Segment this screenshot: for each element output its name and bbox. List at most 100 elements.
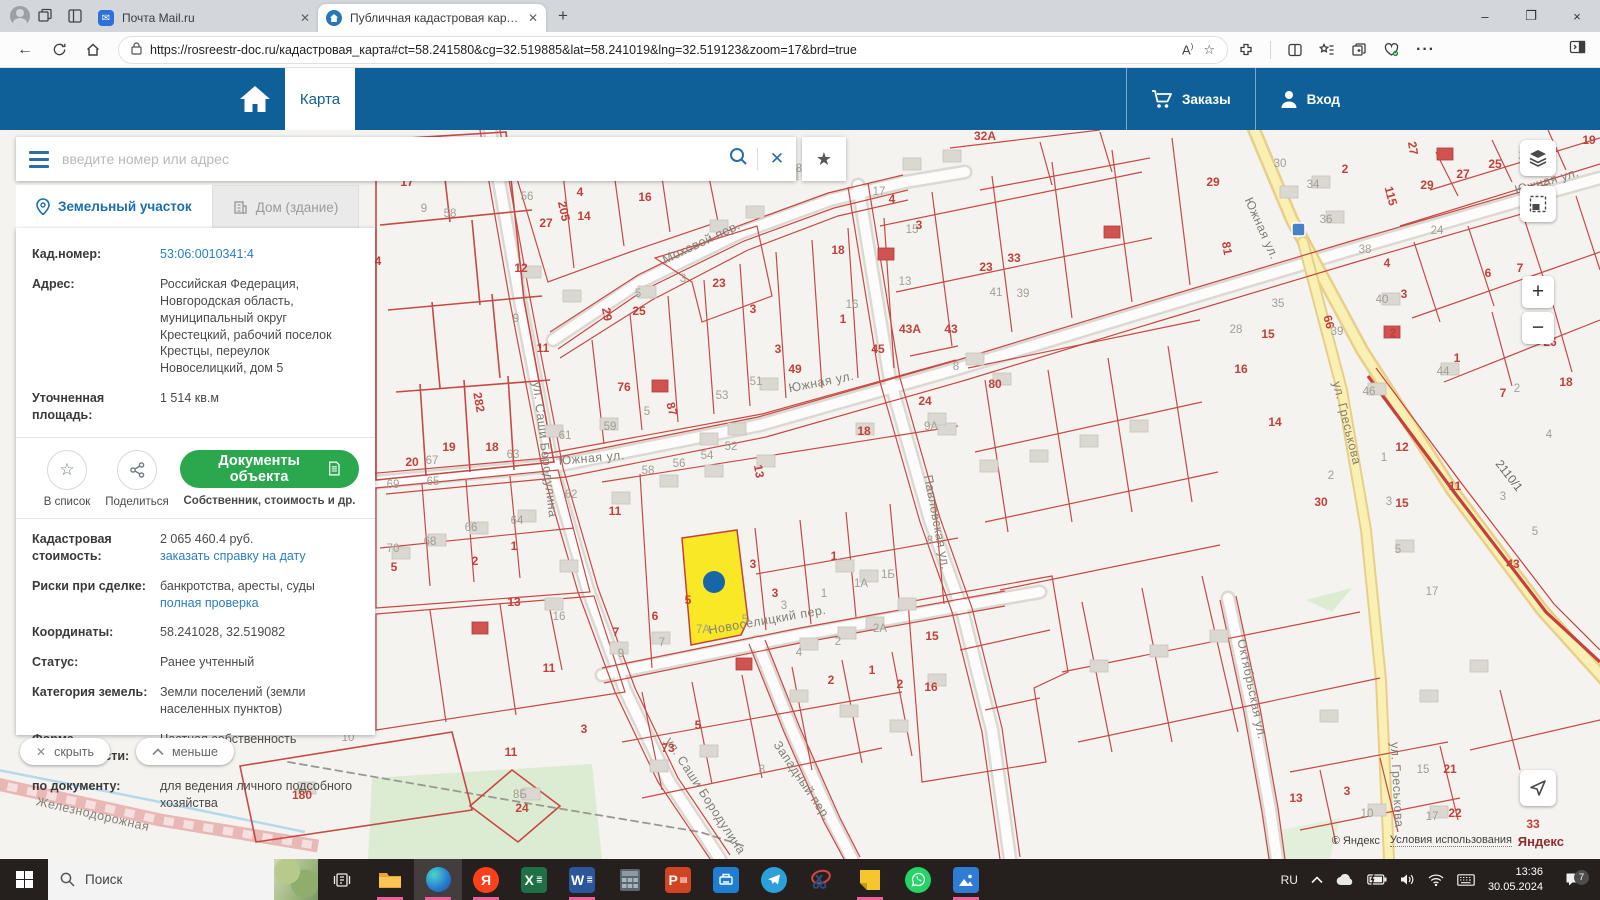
favorites-button[interactable]: ★: [802, 137, 846, 181]
search-highlight-image[interactable]: [274, 859, 318, 900]
favorite-star-icon[interactable]: ☆: [1203, 42, 1215, 58]
onedrive-icon[interactable]: [1336, 873, 1354, 886]
profile-avatar[interactable]: [10, 6, 30, 26]
svg-text:11: 11: [543, 661, 556, 675]
geolocate-button[interactable]: [1520, 770, 1556, 806]
zoom-in-button[interactable]: +: [1522, 276, 1554, 308]
orders-button[interactable]: Заказы: [1125, 68, 1255, 130]
word-button[interactable]: W ≣: [558, 859, 606, 900]
site-home-button[interactable]: [225, 68, 285, 130]
share-button[interactable]: Поделиться: [102, 449, 172, 508]
tab-close-icon[interactable]: ✕: [528, 11, 538, 25]
login-button[interactable]: Вход: [1254, 68, 1600, 130]
object-documents-button[interactable]: Документы объекта: [180, 449, 359, 488]
pin-icon: [36, 198, 50, 215]
restore-button[interactable]: ❐: [1508, 0, 1554, 32]
svg-text:16: 16: [638, 190, 652, 204]
add-to-list-button[interactable]: ☆ В список: [32, 449, 102, 508]
new-tab-button[interactable]: +: [558, 6, 568, 26]
measure-extent-button[interactable]: [1520, 186, 1556, 222]
svg-text:1А: 1А: [854, 578, 868, 590]
browser-tab-mail[interactable]: ✉ Почта Mail.ru ✕: [90, 6, 318, 30]
read-aloud-icon[interactable]: A): [1182, 42, 1193, 57]
scanner-app-button[interactable]: [702, 859, 750, 900]
favorites-bar-icon[interactable]: [1319, 42, 1335, 58]
close-button[interactable]: ×: [1554, 0, 1600, 32]
chevron-up-icon: [152, 745, 164, 759]
svg-text:15: 15: [1417, 764, 1430, 776]
svg-text:24: 24: [918, 394, 932, 408]
hide-panel-button[interactable]: ✕ скрыть: [20, 738, 110, 765]
svg-text:11: 11: [609, 504, 622, 518]
wifi-icon[interactable]: [1428, 873, 1444, 886]
language-indicator[interactable]: RU: [1281, 873, 1298, 887]
url-text[interactable]: https://rosreestr-doc.ru/кадастровая_кар…: [150, 43, 1172, 57]
extensions-icon[interactable]: [1238, 42, 1254, 58]
clear-search-icon[interactable]: ✕: [758, 149, 796, 169]
less-panel-button[interactable]: меньше: [135, 738, 234, 765]
task-view-button[interactable]: [318, 859, 366, 900]
svg-text:53: 53: [716, 390, 729, 402]
svg-text:18: 18: [1559, 375, 1573, 389]
notification-center-button[interactable]: 7: [1556, 870, 1590, 887]
edge-browser-button[interactable]: [414, 859, 462, 900]
minimize-button[interactable]: –: [1462, 0, 1508, 32]
calculator-button[interactable]: [606, 859, 654, 900]
sidebar-toggle-icon[interactable]: [1569, 39, 1586, 60]
full-check-link[interactable]: полная проверка: [160, 595, 259, 612]
touch-keyboard-icon[interactable]: [1457, 873, 1475, 886]
start-button[interactable]: [0, 859, 48, 900]
svg-text:7: 7: [1517, 261, 1524, 275]
refresh-icon[interactable]: [42, 36, 76, 64]
whatsapp-button[interactable]: [894, 859, 942, 900]
tab-close-icon[interactable]: ✕: [300, 11, 310, 25]
order-statement-link[interactable]: заказать справку на дату: [160, 548, 306, 565]
share-icon[interactable]: [117, 449, 157, 490]
collections-icon[interactable]: [1351, 42, 1367, 58]
browser-tab-cadastral-map[interactable]: Публичная кадастровая карта 2 ✕: [318, 4, 546, 32]
svg-text:3: 3: [775, 342, 782, 356]
search-icon[interactable]: [719, 147, 757, 171]
svg-text:12: 12: [1395, 440, 1409, 454]
clock[interactable]: 13:36 30.05.2024: [1488, 865, 1543, 894]
svg-text:13: 13: [1289, 791, 1303, 805]
toolbar-extensions-cluster: ···: [1238, 40, 1435, 59]
tab-building[interactable]: Дом (здание): [211, 185, 360, 228]
svg-text:4: 4: [375, 254, 382, 268]
svg-text:8: 8: [953, 361, 959, 373]
sticky-notes-button[interactable]: [846, 859, 894, 900]
more-menu-icon[interactable]: ···: [1416, 41, 1435, 59]
split-screen-icon[interactable]: [1287, 42, 1303, 58]
battery-icon[interactable]: [1367, 874, 1387, 885]
terms-of-use-link[interactable]: Условия использования: [1389, 834, 1512, 847]
address-bar[interactable]: https://rosreestr-doc.ru/кадастровая_кар…: [118, 35, 1228, 64]
tab-land-parcel[interactable]: Земельный участок: [16, 185, 212, 228]
hidden-icons-chevron[interactable]: [1311, 875, 1323, 884]
system-tray: RU 13:36 30.05.2024 7: [1281, 859, 1600, 900]
divider: [1270, 40, 1271, 59]
cad-number-link[interactable]: 53:06:0010341:4: [160, 246, 254, 263]
powerpoint-button[interactable]: P ▤: [654, 859, 702, 900]
file-explorer-button[interactable]: [366, 859, 414, 900]
star-outline-icon[interactable]: ☆: [47, 449, 87, 490]
zoom-out-button[interactable]: −: [1522, 312, 1554, 344]
tab-map[interactable]: Карта: [285, 68, 355, 130]
home-icon[interactable]: [76, 36, 110, 64]
snipping-tool-button[interactable]: [798, 859, 846, 900]
workspaces-icon[interactable]: [30, 4, 60, 28]
yandex-icon: Я: [473, 866, 499, 893]
taskbar-search[interactable]: Поиск: [48, 859, 318, 900]
browser-essentials-icon[interactable]: [1383, 42, 1400, 58]
svg-text:27: 27: [1456, 167, 1470, 181]
menu-icon[interactable]: [16, 150, 62, 168]
search-input[interactable]: [62, 151, 719, 167]
yandex-browser-button[interactable]: Я: [462, 859, 510, 900]
back-icon[interactable]: ←: [8, 36, 42, 64]
layers-button[interactable]: [1520, 140, 1556, 176]
telegram-button[interactable]: [750, 859, 798, 900]
svg-text:34: 34: [1307, 179, 1320, 191]
photos-button[interactable]: [942, 859, 990, 900]
volume-icon[interactable]: [1400, 873, 1415, 886]
vertical-tabs-icon[interactable]: [60, 4, 90, 28]
excel-button[interactable]: X ≣: [510, 859, 558, 900]
